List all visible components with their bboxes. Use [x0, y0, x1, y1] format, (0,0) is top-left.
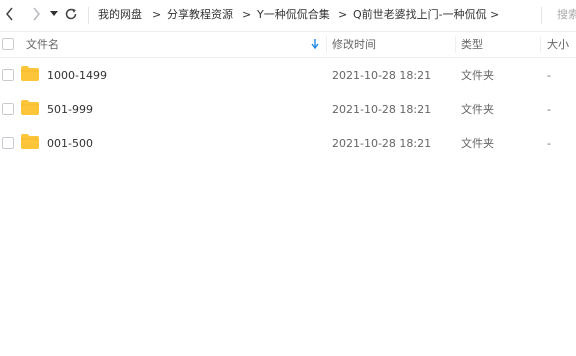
file-name[interactable]: 001-500 [47, 137, 93, 151]
row-checkbox[interactable] [2, 103, 14, 115]
column-header-size[interactable]: 大小 [547, 38, 569, 52]
folder-icon [21, 66, 39, 81]
breadcrumb-item-my-drive[interactable]: 我的网盘 [98, 8, 142, 22]
breadcrumb-separator: > [152, 8, 162, 21]
file-row[interactable]: 501-999 2021-10-28 18:21 文件夹 - [0, 92, 576, 126]
select-all-checkbox[interactable] [2, 38, 14, 50]
back-icon[interactable] [0, 4, 20, 24]
column-divider[interactable] [455, 36, 456, 53]
file-size: - [547, 103, 551, 116]
sort-arrow-icon[interactable] [311, 39, 319, 49]
file-type: 文件夹 [461, 103, 494, 116]
file-size: - [547, 137, 551, 150]
file-row[interactable]: 1000-1499 2021-10-28 18:21 文件夹 - [0, 58, 576, 92]
folder-icon [21, 134, 39, 149]
file-list-header: 文件名 修改时间 类型 大小 [0, 32, 576, 58]
toolbar: 我的网盘 > 分享教程资源 > Y一种侃侃合集 > Q前世老婆找上门-一种侃侃 … [0, 0, 576, 32]
column-divider[interactable] [540, 36, 541, 53]
file-type: 文件夹 [461, 137, 494, 150]
file-type: 文件夹 [461, 69, 494, 82]
file-modified-time: 2021-10-28 18:21 [332, 69, 432, 82]
forward-icon[interactable] [26, 4, 46, 24]
row-checkbox[interactable] [2, 137, 14, 149]
breadcrumb-item-shared-resources[interactable]: 分享教程资源 [167, 8, 233, 22]
file-name[interactable]: 501-999 [47, 103, 93, 117]
file-modified-time: 2021-10-28 18:21 [332, 103, 432, 116]
file-row[interactable]: 001-500 2021-10-28 18:21 文件夹 - [0, 126, 576, 160]
row-checkbox[interactable] [2, 69, 14, 81]
folder-icon [21, 100, 39, 115]
column-header-type[interactable]: 类型 [461, 38, 483, 52]
column-header-name[interactable]: 文件名 [26, 38, 59, 52]
breadcrumb-item-current-folder[interactable]: Q前世老婆找上门-一种侃侃 [353, 8, 487, 22]
breadcrumb-item-collection[interactable]: Y一种侃侃合集 [257, 8, 330, 22]
file-size: - [547, 69, 551, 82]
breadcrumb-separator: > [338, 8, 348, 21]
file-name[interactable]: 1000-1499 [47, 69, 107, 83]
column-header-modified[interactable]: 修改时间 [332, 38, 376, 52]
column-divider[interactable] [326, 36, 327, 53]
file-modified-time: 2021-10-28 18:21 [332, 137, 432, 150]
toolbar-divider [88, 7, 89, 24]
breadcrumb-separator: > [242, 8, 252, 21]
toolbar-divider [541, 7, 542, 24]
search-input[interactable]: 搜索 [557, 8, 576, 22]
refresh-icon[interactable] [61, 4, 81, 24]
breadcrumb-separator: > [490, 8, 500, 21]
